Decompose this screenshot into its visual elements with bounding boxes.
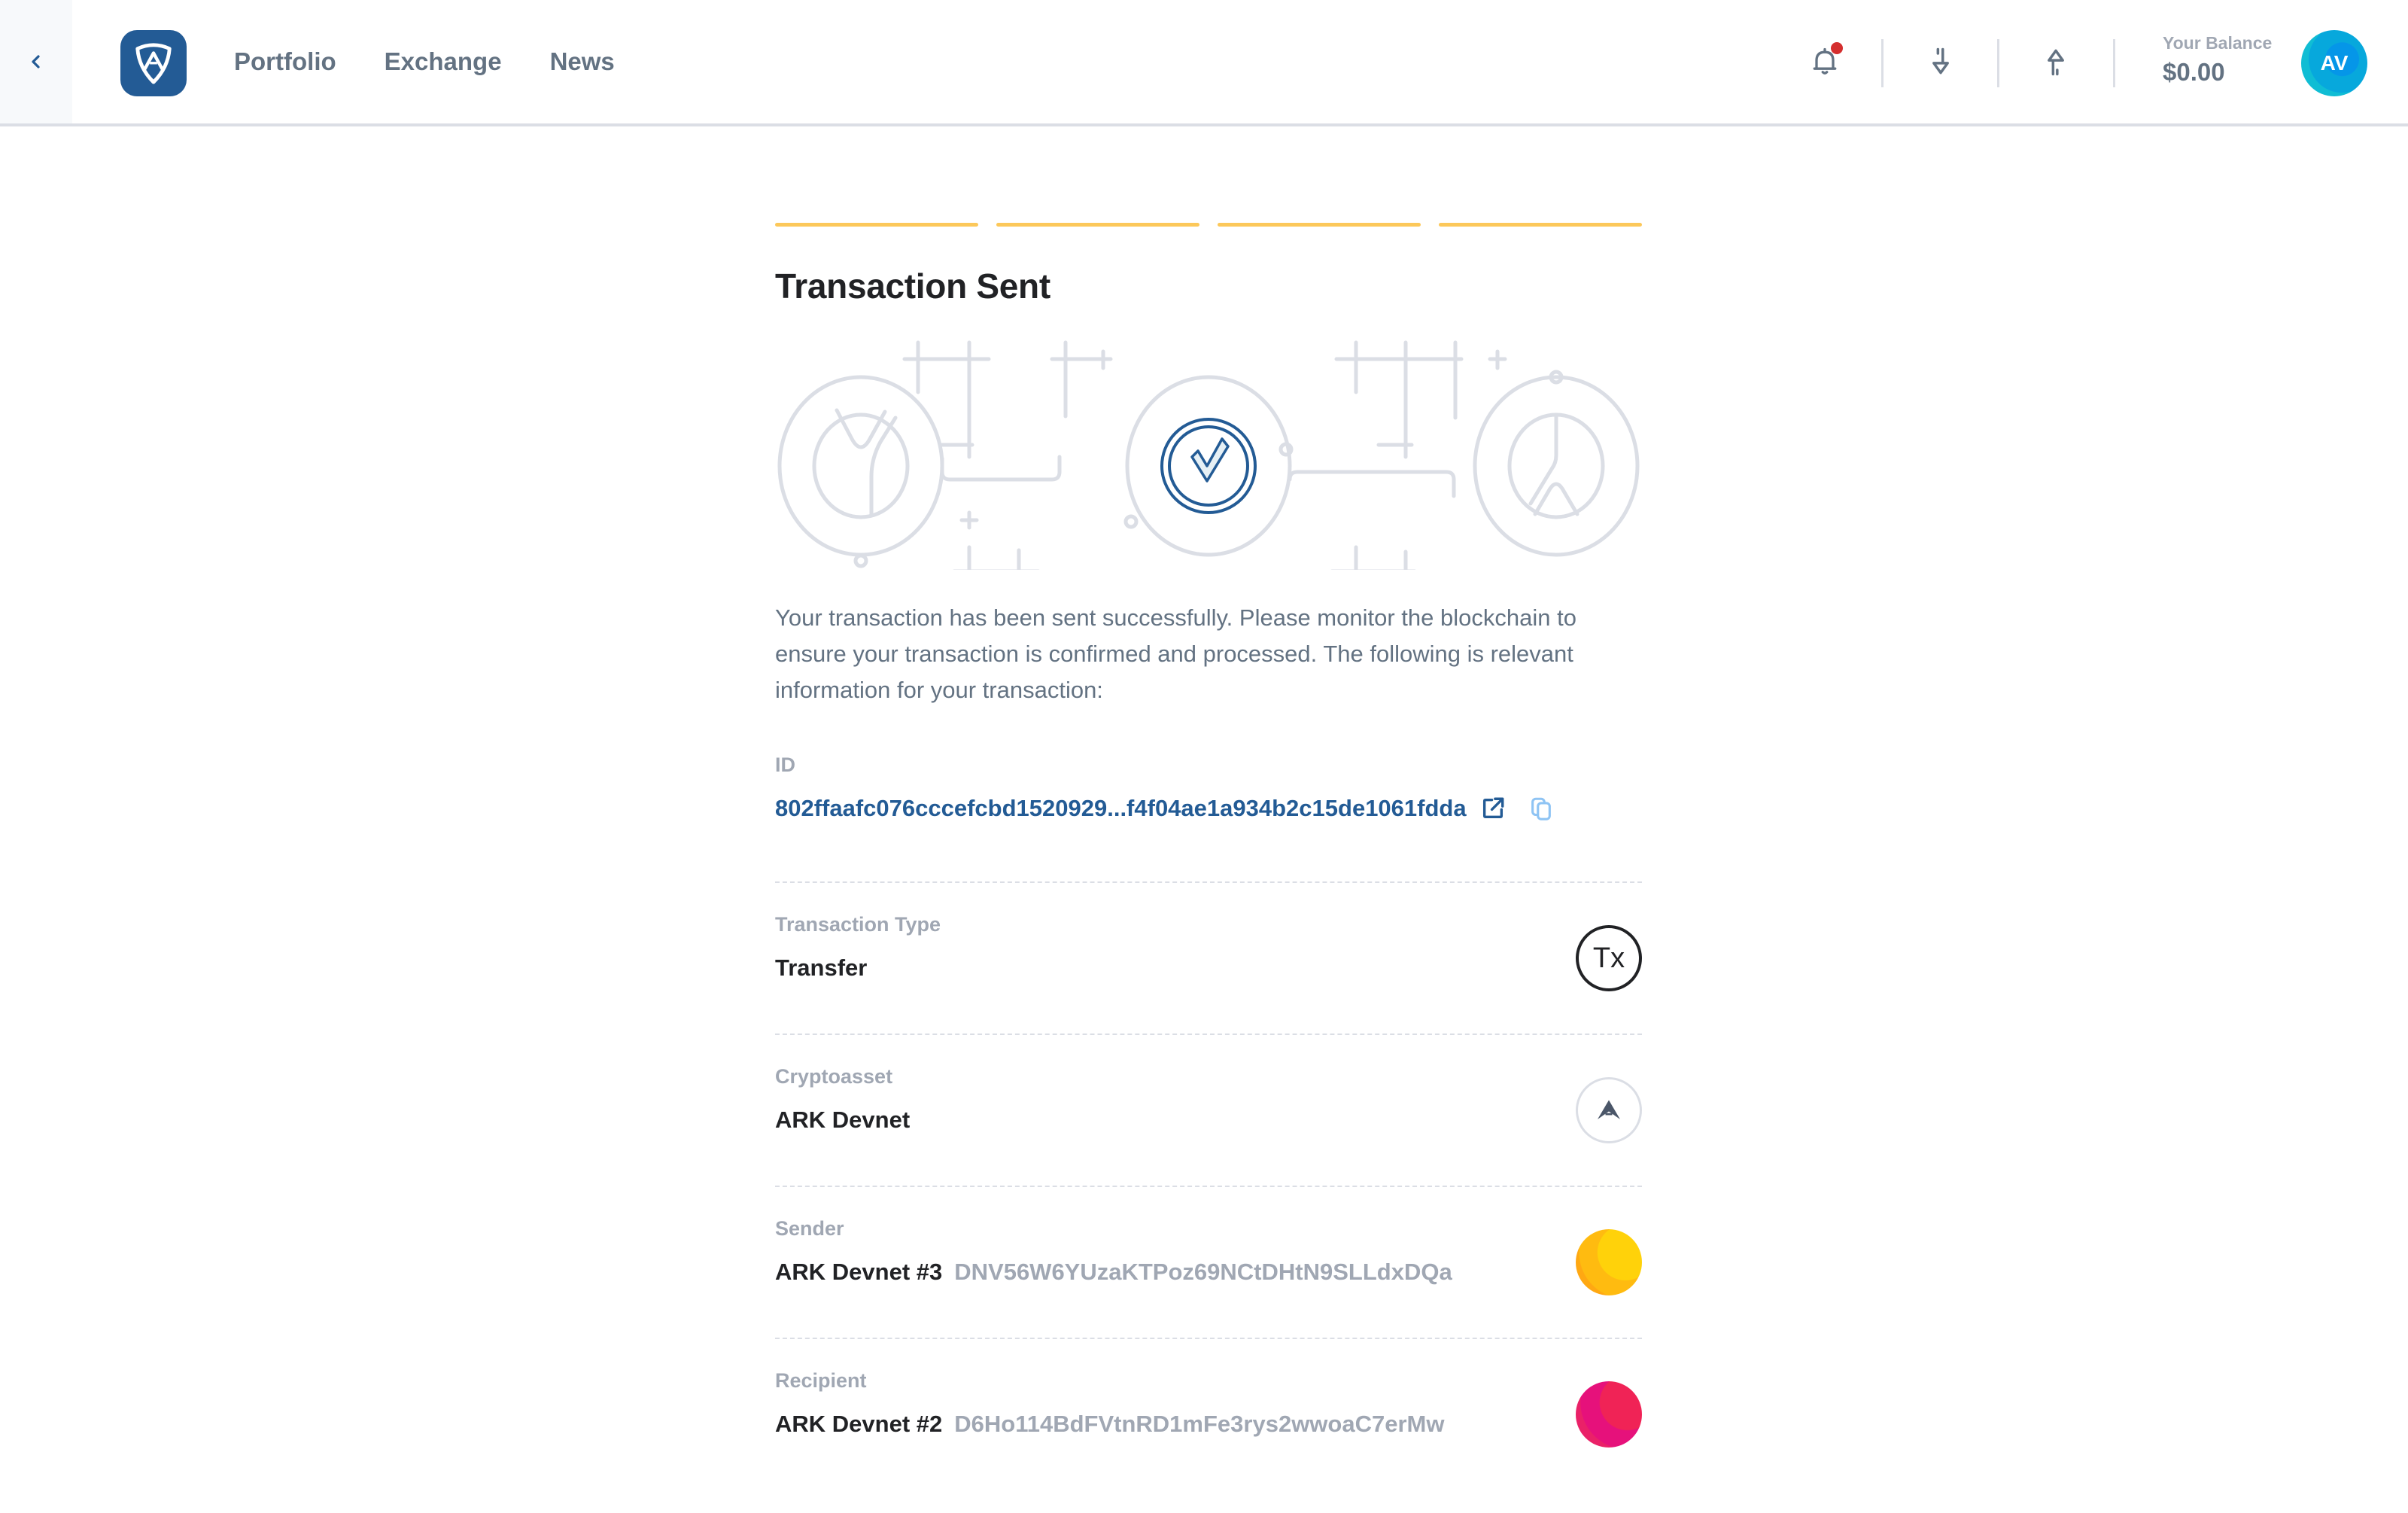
- step-1: [775, 223, 978, 227]
- step-3: [1218, 223, 1421, 227]
- sender-avatar: [1576, 1229, 1642, 1295]
- detail-row-cryptoasset: Cryptoasset ARK Devnet: [775, 1035, 1642, 1187]
- nav-portfolio[interactable]: Portfolio: [234, 47, 336, 76]
- recipient-label: Recipient: [775, 1369, 867, 1392]
- balance-display: Your Balance $0.00: [2163, 33, 2272, 87]
- illustration-graphic: [777, 340, 1640, 583]
- recipient-avatar: [1576, 1381, 1642, 1448]
- id-label: ID: [775, 753, 795, 776]
- copy-icon[interactable]: [1528, 796, 1554, 821]
- page-title: Transaction Sent: [775, 266, 1050, 306]
- transaction-type-label: Transaction Type: [775, 913, 941, 936]
- transaction-type-value: Transfer: [775, 954, 868, 981]
- detail-row-id: ID 802ffaafc076cccefcbd1520929...f4f04ae…: [775, 753, 1642, 883]
- divider: [2113, 39, 2115, 87]
- detail-row-recipient: Recipient ARK Devnet #2 D6Ho114BdFVtnRD1…: [775, 1339, 1642, 1491]
- chevron-left-icon: [32, 55, 40, 68]
- balance-label: Your Balance: [2163, 33, 2273, 53]
- main-nav: Portfolio Exchange News: [234, 0, 615, 123]
- divider: [1997, 39, 1999, 87]
- transaction-type-icon: Tx: [1576, 925, 1642, 991]
- step-progress: [775, 223, 1642, 227]
- sender-address: DNV56W6YUzaKTPoz69NCtDHtN9SLLdxDQa: [954, 1259, 1452, 1285]
- notification-badge: [1831, 42, 1843, 54]
- arrow-up-icon: [2048, 49, 2064, 76]
- sender-name: ARK Devnet #3: [775, 1259, 943, 1285]
- cryptoasset-value: ARK Devnet: [775, 1107, 911, 1133]
- transaction-details: ID 802ffaafc076cccefcbd1520929...f4f04ae…: [775, 753, 1642, 1491]
- ark-icon: [1598, 1100, 1620, 1119]
- cryptoasset-label: Cryptoasset: [775, 1065, 893, 1088]
- user-avatar[interactable]: AV: [2301, 30, 2367, 96]
- app-logo[interactable]: [120, 30, 187, 96]
- detail-row-sender: Sender ARK Devnet #3 DNV56W6YUzaKTPoz69N…: [775, 1187, 1642, 1339]
- ark-network-badge: [1576, 1077, 1642, 1143]
- nav-exchange[interactable]: Exchange: [385, 47, 502, 76]
- back-button[interactable]: [0, 0, 72, 123]
- transaction-id-link[interactable]: 802ffaafc076cccefcbd1520929...f4f04ae1a9…: [775, 795, 1467, 822]
- nav-news[interactable]: News: [550, 47, 615, 76]
- step-4: [1439, 223, 1642, 227]
- external-link-icon[interactable]: [1480, 796, 1506, 821]
- ark-shield-logo-icon: [135, 43, 172, 84]
- success-description: Your transaction has been sent successfu…: [775, 604, 1576, 703]
- detail-row-transaction-type: Transaction Type Transfer Tx: [775, 883, 1642, 1035]
- send-button[interactable]: [2032, 38, 2080, 86]
- receive-button[interactable]: [1917, 38, 1965, 86]
- step-2: [996, 223, 1199, 227]
- recipient-address: D6Ho114BdFVtnRD1mFe3rys2wwoaC7erMw: [954, 1411, 1445, 1437]
- sender-label: Sender: [775, 1217, 844, 1240]
- top-navbar: Portfolio Exchange News Your Balance $0.…: [0, 0, 2408, 126]
- transaction-sent-panel: Transaction Sent Your transaction has be…: [775, 126, 1642, 1491]
- notifications-button[interactable]: [1801, 38, 1849, 86]
- arrow-down-icon: [1932, 47, 1949, 75]
- recipient-name: ARK Devnet #2: [775, 1411, 943, 1437]
- transaction-sent-illustration: [775, 329, 1642, 583]
- divider: [1881, 39, 1884, 87]
- balance-value: $0.00: [2163, 58, 2225, 86]
